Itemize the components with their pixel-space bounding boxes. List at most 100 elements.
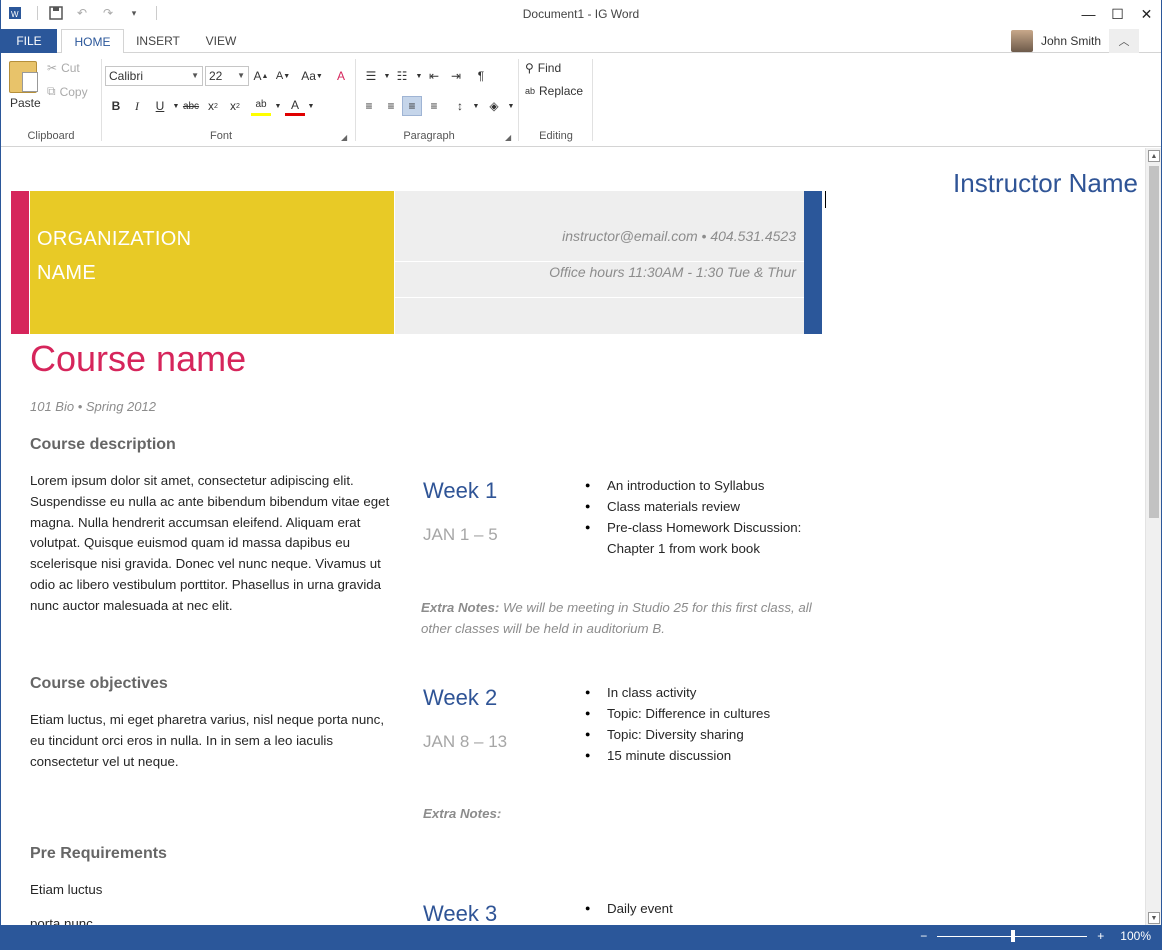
font-family-select[interactable]: Calibri ▼ — [105, 66, 203, 86]
chevron-down-icon[interactable]: ▼ — [466, 96, 486, 116]
instructor-name[interactable]: Instructor Name — [953, 168, 1138, 199]
description-heading[interactable]: Course description — [30, 436, 176, 454]
copy-icon: ⧉ — [47, 84, 56, 98]
maximize-button[interactable]: ☐ — [1103, 0, 1132, 28]
tab-view[interactable]: VIEW — [195, 29, 247, 53]
font-family-value: Calibri — [109, 69, 144, 83]
week-1-title[interactable]: Week 1 — [423, 478, 497, 504]
tab-home[interactable]: HOME — [61, 29, 124, 54]
header-accent-blue — [804, 191, 822, 334]
list-item[interactable]: Topic: Diversity sharing — [585, 724, 810, 745]
strikethrough-icon[interactable]: abc — [181, 96, 201, 116]
org-line-2: NAME — [37, 262, 96, 284]
subscript-icon[interactable]: x2 — [203, 96, 223, 116]
shrink-font-icon[interactable]: A ▼ — [273, 66, 293, 86]
week-1-notes[interactable]: Extra Notes: We will be meeting in Studi… — [421, 597, 821, 639]
list-item[interactable]: Daily event — [585, 898, 810, 919]
font-dialog-launcher-icon[interactable]: ◢ — [341, 133, 347, 142]
scroll-thumb[interactable] — [1149, 166, 1159, 518]
week-3-list: Daily event — [585, 898, 810, 919]
group-divider — [101, 59, 102, 141]
decrease-indent-icon[interactable]: ⇤ — [424, 66, 444, 86]
group-divider — [518, 59, 519, 141]
collapse-ribbon-button[interactable]: ︿ — [1109, 29, 1139, 53]
zoom-level[interactable]: 100% — [1120, 929, 1151, 943]
office-hours[interactable]: Office hours 11:30AM - 1:30 Tue & Thur — [549, 264, 796, 280]
font-size-select[interactable]: 22 ▼ — [205, 66, 249, 86]
chevron-down-icon: ▼ — [315, 72, 323, 80]
description-text[interactable]: Lorem ipsum dolor sit amet, consectetur … — [30, 471, 395, 617]
ribbon: Paste ✂ Cut ⧉ Copy Clipboard Calibri ▼ 22 ▼ … — [1, 53, 1161, 147]
superscript-icon[interactable]: x2 — [225, 96, 245, 116]
change-case-button[interactable]: Aa ▼ — [299, 66, 325, 86]
list-item[interactable]: Class materials review — [585, 496, 810, 517]
week-2-title[interactable]: Week 2 — [423, 685, 497, 711]
copy-button[interactable]: ⧉ Copy — [47, 84, 88, 99]
user-account[interactable]: John Smith — [1010, 29, 1101, 53]
objectives-text[interactable]: Etiam luctus, mi eget pharetra varius, n… — [30, 710, 395, 772]
align-right-icon[interactable]: ≡ — [402, 96, 422, 116]
notes-label: Extra Notes: — [421, 600, 500, 615]
tab-insert[interactable]: INSERT — [128, 29, 188, 53]
week-2-dates[interactable]: JAN 8 – 13 — [423, 732, 507, 752]
copy-label: Copy — [59, 84, 88, 99]
tab-file[interactable]: FILE — [1, 29, 57, 53]
list-item[interactable]: Topic: Difference in cultures — [585, 703, 810, 724]
paste-icon[interactable] — [9, 61, 38, 93]
user-name: John Smith — [1040, 34, 1101, 48]
replace-button[interactable]: ab Replace — [525, 84, 583, 98]
paste-button-label[interactable]: Paste — [10, 96, 41, 110]
course-name[interactable]: Course name — [30, 338, 246, 380]
week-1-dates[interactable]: JAN 1 – 5 — [423, 525, 498, 545]
zoom-in-button[interactable]: + — [1097, 929, 1104, 943]
close-button[interactable]: ✕ — [1132, 0, 1161, 28]
list-item[interactable]: In class activity — [585, 682, 810, 703]
zoom-slider-thumb[interactable] — [1011, 929, 1016, 942]
font-size-value: 22 — [209, 69, 223, 83]
avatar — [1010, 30, 1033, 52]
chevron-down-icon[interactable]: ▼ — [301, 96, 321, 116]
list-item[interactable]: Pre-class Homework Discussion: Chapter 1… — [585, 517, 810, 559]
scroll-up-icon[interactable]: ▲ — [1148, 150, 1160, 162]
group-divider — [592, 59, 593, 141]
increase-indent-icon[interactable]: ⇥ — [446, 66, 466, 86]
zoom-slider[interactable] — [937, 929, 1088, 942]
list-item[interactable]: 15 minute discussion — [585, 745, 810, 766]
paragraph-dialog-launcher-icon[interactable]: ◢ — [505, 133, 511, 142]
list-item[interactable]: An introduction to Syllabus — [585, 475, 810, 496]
week-2-notes[interactable]: Extra Notes: — [423, 803, 823, 824]
prereq-item-1[interactable]: Etiam luctus — [30, 880, 395, 901]
vertical-scrollbar[interactable]: ▲ ▼ — [1145, 148, 1161, 926]
organization-name[interactable]: ORGANIZATION NAME — [37, 222, 191, 290]
scroll-down-icon[interactable]: ▼ — [1148, 912, 1160, 924]
status-bar: − + 100% — [1, 925, 1161, 949]
minimize-button[interactable]: — — [1074, 0, 1103, 28]
replace-label: Replace — [539, 84, 584, 98]
clear-formatting-icon[interactable]: A — [331, 66, 351, 86]
replace-icon: ab — [525, 86, 536, 96]
find-button[interactable]: ⚲ Find — [525, 61, 561, 75]
change-case-label: Aa — [301, 69, 316, 83]
group-divider — [355, 59, 356, 141]
week-3-title[interactable]: Week 3 — [423, 901, 497, 926]
cut-button[interactable]: ✂ Cut — [47, 61, 80, 75]
zoom-control: − + 100% — [920, 929, 1151, 943]
chevron-down-icon: ▼ — [237, 71, 245, 80]
zoom-out-button[interactable]: − — [920, 929, 927, 943]
align-center-icon[interactable]: ≡ — [381, 96, 401, 116]
objectives-heading[interactable]: Course objectives — [30, 675, 168, 693]
pilcrow-icon[interactable]: ¶ — [471, 66, 491, 86]
text-cursor — [825, 191, 826, 208]
italic-icon[interactable]: I — [127, 96, 147, 116]
bold-icon[interactable]: B — [106, 96, 126, 116]
cut-label: Cut — [61, 61, 80, 75]
grow-font-icon[interactable]: A ▲ — [251, 66, 271, 86]
instructor-contact[interactable]: instructor@email.com • 404.531.4523 — [562, 228, 796, 244]
prereq-heading[interactable]: Pre Requirements — [30, 845, 167, 863]
align-left-icon[interactable]: ≡ — [359, 96, 379, 116]
course-code[interactable]: 101 Bio • Spring 2012 — [30, 399, 156, 414]
document-canvas[interactable]: ORGANIZATION NAME Instructor Name instru… — [1, 148, 1146, 926]
justify-icon[interactable]: ≡ — [424, 96, 444, 116]
notes-label: Extra Notes: — [423, 806, 502, 821]
window-title: Document1 - IG Word — [522, 7, 640, 21]
